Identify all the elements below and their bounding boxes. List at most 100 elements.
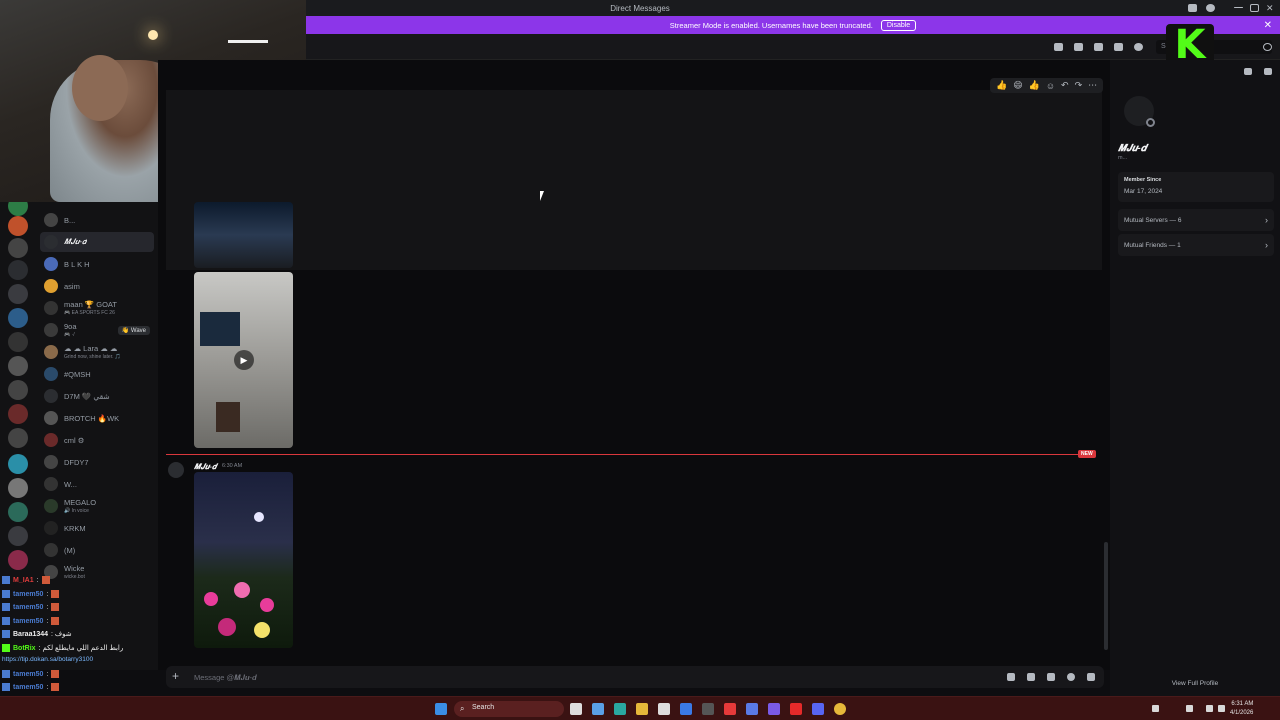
mail-icon[interactable] bbox=[680, 703, 692, 715]
add-attachment-icon[interactable]: + bbox=[172, 669, 179, 683]
call-icon[interactable] bbox=[1054, 43, 1063, 51]
dm-item-active[interactable]: 𝑴𝑱𝒖-𝒅 bbox=[40, 232, 154, 252]
app-icon[interactable] bbox=[746, 703, 758, 715]
react-icon[interactable]: 👍 bbox=[996, 80, 1007, 91]
youtube-icon[interactable] bbox=[790, 703, 802, 715]
dm-item[interactable]: ☁ ☁ Lara ☁ ☁ Grind now, shine later. 🎵 bbox=[40, 342, 154, 362]
apps-icon[interactable] bbox=[1087, 673, 1095, 681]
dm-item[interactable]: (M) bbox=[40, 540, 154, 560]
sticker-icon[interactable] bbox=[1047, 673, 1055, 681]
server-icon[interactable] bbox=[8, 308, 28, 328]
search-icon[interactable] bbox=[1263, 43, 1272, 51]
copilot-icon[interactable] bbox=[592, 703, 604, 715]
avatar[interactable] bbox=[168, 462, 184, 478]
close-banner-icon[interactable]: ✕ bbox=[1264, 20, 1272, 31]
profile-avatar[interactable] bbox=[1124, 96, 1155, 127]
help-icon[interactable] bbox=[1206, 4, 1215, 12]
app-icon[interactable] bbox=[724, 703, 736, 715]
gif-icon[interactable] bbox=[1027, 673, 1035, 681]
pin-icon[interactable] bbox=[1094, 43, 1103, 51]
more-icon[interactable]: ⋯ bbox=[1088, 80, 1097, 91]
chat-line: Baraa1344: شوف bbox=[2, 628, 72, 640]
tray-chevron-icon[interactable] bbox=[1152, 705, 1159, 712]
server-icon[interactable] bbox=[8, 260, 28, 280]
server-icon[interactable] bbox=[8, 216, 28, 236]
dm-item[interactable]: asim bbox=[40, 276, 154, 296]
dm-item[interactable]: W... bbox=[40, 474, 154, 494]
tip-link[interactable]: https://tip.dokan.sa/botarry3100 bbox=[2, 656, 93, 663]
windows-start-icon[interactable] bbox=[435, 703, 447, 715]
new-messages-divider bbox=[166, 454, 1096, 455]
dm-item[interactable]: 9oa 🎮 ·/👋 Wave bbox=[40, 320, 154, 340]
dm-item[interactable]: DFDY7 bbox=[40, 452, 154, 472]
play-icon[interactable]: ▶ bbox=[234, 350, 254, 370]
add-reaction-icon[interactable]: ☺ bbox=[1046, 81, 1055, 91]
task-view-icon[interactable] bbox=[570, 703, 582, 715]
profile-toggle-icon[interactable] bbox=[1134, 43, 1143, 51]
dm-item[interactable]: cml ⚙ bbox=[40, 430, 154, 450]
wave-button[interactable]: 👋 Wave bbox=[117, 325, 150, 335]
dm-item[interactable]: D7M 🖤 شقي bbox=[40, 386, 154, 406]
forward-icon[interactable]: ↷ bbox=[1075, 80, 1083, 91]
image-attachment[interactable] bbox=[194, 202, 293, 268]
reply-icon[interactable]: ↶ bbox=[1061, 80, 1069, 91]
emoji-icon[interactable]: 😄 bbox=[1013, 80, 1022, 91]
mutual-servers-row[interactable]: Mutual Servers — 6 › bbox=[1118, 209, 1274, 231]
avatar bbox=[44, 235, 58, 249]
server-icon[interactable] bbox=[8, 526, 28, 546]
emote-icon bbox=[51, 590, 60, 598]
scrollbar[interactable] bbox=[1104, 542, 1108, 650]
dm-item[interactable]: KRKM bbox=[40, 518, 154, 538]
app-icon[interactable] bbox=[702, 703, 714, 715]
video-icon[interactable] bbox=[1074, 43, 1083, 51]
discord-icon[interactable] bbox=[812, 703, 824, 715]
maximize-icon[interactable] bbox=[1250, 4, 1259, 12]
taskbar-search[interactable]: ⌕ Search bbox=[454, 701, 564, 717]
dm-item[interactable]: B L K H bbox=[40, 254, 154, 274]
add-friends-icon[interactable] bbox=[1114, 43, 1123, 51]
server-icon[interactable] bbox=[8, 404, 28, 424]
chat-line: tamem50: bbox=[2, 668, 60, 680]
thumbs-up-icon[interactable]: 👍 bbox=[1029, 80, 1040, 91]
server-icon[interactable] bbox=[8, 238, 28, 258]
dm-item[interactable]: #QMSH bbox=[40, 364, 154, 384]
message-input[interactable]: Message @𝑴𝑱𝒖-𝒅 bbox=[194, 673, 257, 683]
hovered-message[interactable] bbox=[166, 90, 1102, 270]
server-icon[interactable] bbox=[8, 550, 28, 570]
disable-streamer-mode-button[interactable]: Disable bbox=[880, 19, 917, 31]
volume-icon[interactable] bbox=[1218, 705, 1225, 712]
add-friend-icon[interactable] bbox=[1244, 68, 1252, 75]
edge-icon[interactable] bbox=[614, 703, 626, 715]
chrome-icon[interactable] bbox=[834, 703, 846, 715]
clock[interactable]: 6:31 AM 4/1/2026 bbox=[1230, 700, 1253, 718]
server-icon[interactable] bbox=[8, 332, 28, 352]
server-icon[interactable] bbox=[8, 454, 28, 474]
gift-icon[interactable] bbox=[1007, 673, 1015, 681]
inbox-icon[interactable] bbox=[1188, 4, 1197, 12]
view-full-profile-link[interactable]: View Full Profile bbox=[1110, 680, 1280, 687]
close-window-icon[interactable]: ✕ bbox=[1266, 4, 1275, 13]
server-icon[interactable] bbox=[8, 356, 28, 376]
dm-item[interactable]: MEGALO 🔊 In voice bbox=[40, 496, 154, 516]
server-icon[interactable] bbox=[8, 502, 28, 522]
more-icon[interactable] bbox=[1264, 68, 1272, 75]
server-icon[interactable] bbox=[8, 284, 28, 304]
network-icon[interactable] bbox=[1206, 705, 1213, 712]
dm-item[interactable]: BROTCH 🔥WK bbox=[40, 408, 154, 428]
image-attachment[interactable] bbox=[194, 472, 293, 648]
file-explorer-icon[interactable] bbox=[636, 703, 648, 715]
message-composer[interactable]: + Message @𝑴𝑱𝒖-𝒅 bbox=[166, 666, 1104, 688]
tray-icon[interactable] bbox=[1186, 705, 1193, 712]
mutual-friends-row[interactable]: Mutual Friends — 1 › bbox=[1118, 234, 1274, 256]
message-author[interactable]: 𝑴𝑱𝒖-𝒅 bbox=[194, 462, 217, 472]
store-icon[interactable] bbox=[658, 703, 670, 715]
app-icon[interactable] bbox=[768, 703, 780, 715]
dm-item[interactable]: maan 🏆 GOAT 🎮 EA SPORTS FC 26 bbox=[40, 298, 154, 318]
server-icon[interactable] bbox=[8, 478, 28, 498]
server-icon[interactable] bbox=[8, 380, 28, 400]
server-icon[interactable] bbox=[8, 428, 28, 448]
video-attachment[interactable]: ▶ bbox=[194, 272, 293, 448]
minimize-icon[interactable] bbox=[1234, 7, 1243, 8]
emoji-icon[interactable] bbox=[1067, 673, 1075, 681]
dm-item[interactable]: B... bbox=[40, 210, 154, 230]
